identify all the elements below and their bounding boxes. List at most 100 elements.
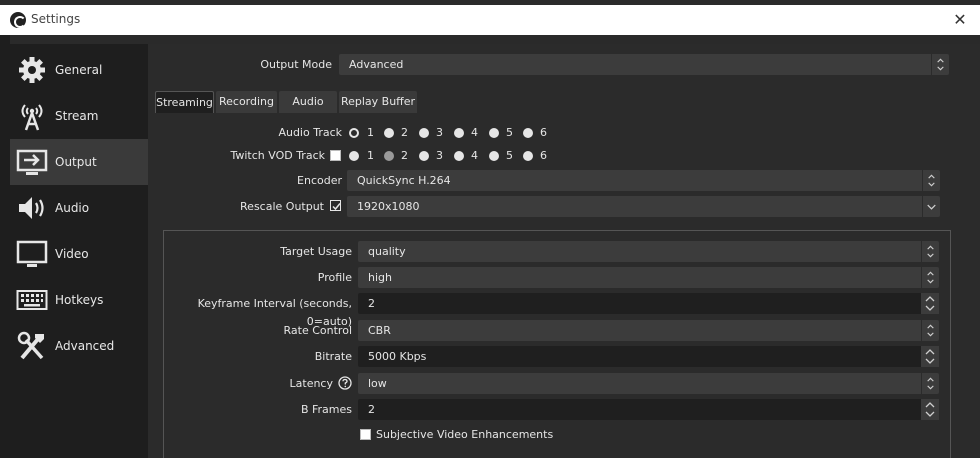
- updown-icon: [922, 170, 935, 191]
- radio-label: 2: [401, 126, 408, 139]
- close-button[interactable]: ✕: [948, 9, 972, 31]
- sidebar-item-advanced[interactable]: Advanced: [10, 323, 148, 369]
- keyframe-value: 2: [368, 297, 375, 310]
- latency-select[interactable]: low: [358, 373, 939, 394]
- tools-icon: [17, 331, 44, 360]
- sidebar-item-label: Stream: [55, 109, 99, 123]
- radio-label: 1: [367, 126, 374, 139]
- radio-label: 3: [436, 126, 443, 139]
- chevron-down-icon: [922, 196, 936, 217]
- updown-icon: [921, 241, 934, 262]
- radio-label: 6: [540, 149, 547, 162]
- audio-track-radio-3[interactable]: [419, 128, 429, 138]
- output-mode-label: Output Mode: [260, 58, 332, 71]
- output-mode-select[interactable]: Advanced: [339, 54, 949, 75]
- bitrate-value: 5000 Kbps: [368, 350, 427, 363]
- bframes-spinbox[interactable]: 2: [358, 399, 939, 420]
- target-usage-select[interactable]: quality: [358, 241, 939, 262]
- gear-icon: [19, 57, 45, 83]
- audio-track-label: Audio Track: [278, 126, 342, 139]
- tab-recording[interactable]: Recording: [216, 91, 277, 113]
- sidebar-item-label: Audio: [55, 201, 90, 215]
- spin-arrows-icon[interactable]: [921, 399, 939, 420]
- spin-arrows-icon[interactable]: [921, 346, 939, 367]
- obs-logo-icon: [10, 12, 26, 28]
- radio-label: 5: [506, 149, 513, 162]
- twitch-vod-radio-3[interactable]: [419, 151, 429, 161]
- rate-control-label: Rate Control: [283, 324, 352, 337]
- tab-audio[interactable]: Audio: [279, 91, 337, 113]
- rescale-resolution-select[interactable]: 1920x1080: [347, 196, 940, 217]
- audio-track-radio-2[interactable]: [384, 128, 394, 138]
- bitrate-spinbox[interactable]: 5000 Kbps: [358, 346, 939, 367]
- audio-track-radio-1[interactable]: [349, 128, 359, 138]
- radio-label: 4: [471, 126, 478, 139]
- radio-label: 2: [401, 149, 408, 162]
- profile-value: high: [368, 271, 392, 284]
- rescale-output-label: Rescale Output: [240, 200, 324, 213]
- twitch-vod-radio-5[interactable]: [489, 151, 499, 161]
- profile-label: Profile: [317, 271, 352, 284]
- encoder-label: Encoder: [297, 174, 342, 187]
- subjective-enhancements-checkbox[interactable]: [360, 429, 371, 440]
- twitch-vod-radio-1[interactable]: [349, 151, 359, 161]
- updown-icon: [921, 267, 934, 288]
- sidebar-item-audio[interactable]: Audio: [10, 185, 148, 231]
- radio-label: 5: [506, 126, 513, 139]
- rescale-resolution-value: 1920x1080: [357, 200, 420, 213]
- keyboard-icon: [16, 290, 48, 310]
- twitch-vod-radio-4[interactable]: [454, 151, 464, 161]
- twitch-vod-label: Twitch VOD Track: [230, 149, 325, 162]
- spin-arrows-icon[interactable]: [921, 293, 939, 314]
- sidebar-item-label: Hotkeys: [55, 293, 104, 307]
- monitor-icon: [16, 240, 48, 267]
- encoder-select[interactable]: QuickSync H.264: [347, 170, 940, 191]
- radio-label: 4: [471, 149, 478, 162]
- sidebar-item-label: Output: [55, 155, 97, 169]
- bframes-value: 2: [368, 403, 375, 416]
- audio-track-radio-6[interactable]: [523, 128, 533, 138]
- twitch-vod-checkbox[interactable]: [330, 150, 341, 161]
- window-title: Settings: [31, 12, 81, 26]
- antenna-icon: [21, 104, 43, 131]
- sidebar-item-label: Advanced: [55, 339, 115, 353]
- updown-icon: [921, 320, 934, 341]
- sidebar-item-video[interactable]: Video: [10, 231, 148, 277]
- twitch-vod-radio-2[interactable]: [384, 151, 394, 161]
- sidebar-item-label: General: [55, 63, 103, 77]
- sidebar-item-output[interactable]: Output: [10, 139, 148, 185]
- audio-track-radio-5[interactable]: [489, 128, 499, 138]
- sidebar-item-hotkeys[interactable]: Hotkeys: [10, 277, 148, 323]
- target-usage-label: Target Usage: [280, 245, 352, 258]
- tab-replay-buffer[interactable]: Replay Buffer: [339, 91, 417, 113]
- encoder-value: QuickSync H.264: [357, 174, 451, 187]
- updown-icon: [931, 54, 944, 75]
- radio-label: 6: [540, 126, 547, 139]
- output-mode-value: Advanced: [349, 58, 404, 71]
- left-edge: [0, 35, 10, 458]
- sidebar-item-stream[interactable]: Stream: [10, 93, 148, 139]
- twitch-vod-radio-6[interactable]: [523, 151, 533, 161]
- keyframe-spinbox[interactable]: 2: [358, 293, 939, 314]
- target-usage-value: quality: [368, 245, 406, 258]
- rescale-output-checkbox[interactable]: [330, 200, 341, 211]
- tab-streaming[interactable]: Streaming: [155, 91, 214, 113]
- bframes-label: B Frames: [300, 403, 352, 416]
- sidebar: General Stream Output Audio Video Hotkey…: [10, 44, 148, 458]
- encoder-settings-group: [163, 230, 951, 458]
- latency-label: Latency: [289, 377, 333, 390]
- help-icon[interactable]: [338, 376, 352, 390]
- updown-icon: [921, 373, 934, 394]
- bitrate-label: Bitrate: [314, 350, 352, 363]
- speaker-icon: [19, 197, 44, 219]
- radio-label: 1: [367, 149, 374, 162]
- sidebar-item-label: Video: [55, 247, 89, 261]
- audio-track-radio-4[interactable]: [454, 128, 464, 138]
- latency-value: low: [368, 377, 387, 390]
- sidebar-item-general[interactable]: General: [10, 47, 148, 93]
- profile-select[interactable]: high: [358, 267, 939, 288]
- radio-label: 3: [436, 149, 443, 162]
- rate-control-select[interactable]: CBR: [358, 320, 939, 341]
- subjective-enhancements-label: Subjective Video Enhancements: [376, 428, 554, 441]
- rate-control-value: CBR: [368, 324, 391, 337]
